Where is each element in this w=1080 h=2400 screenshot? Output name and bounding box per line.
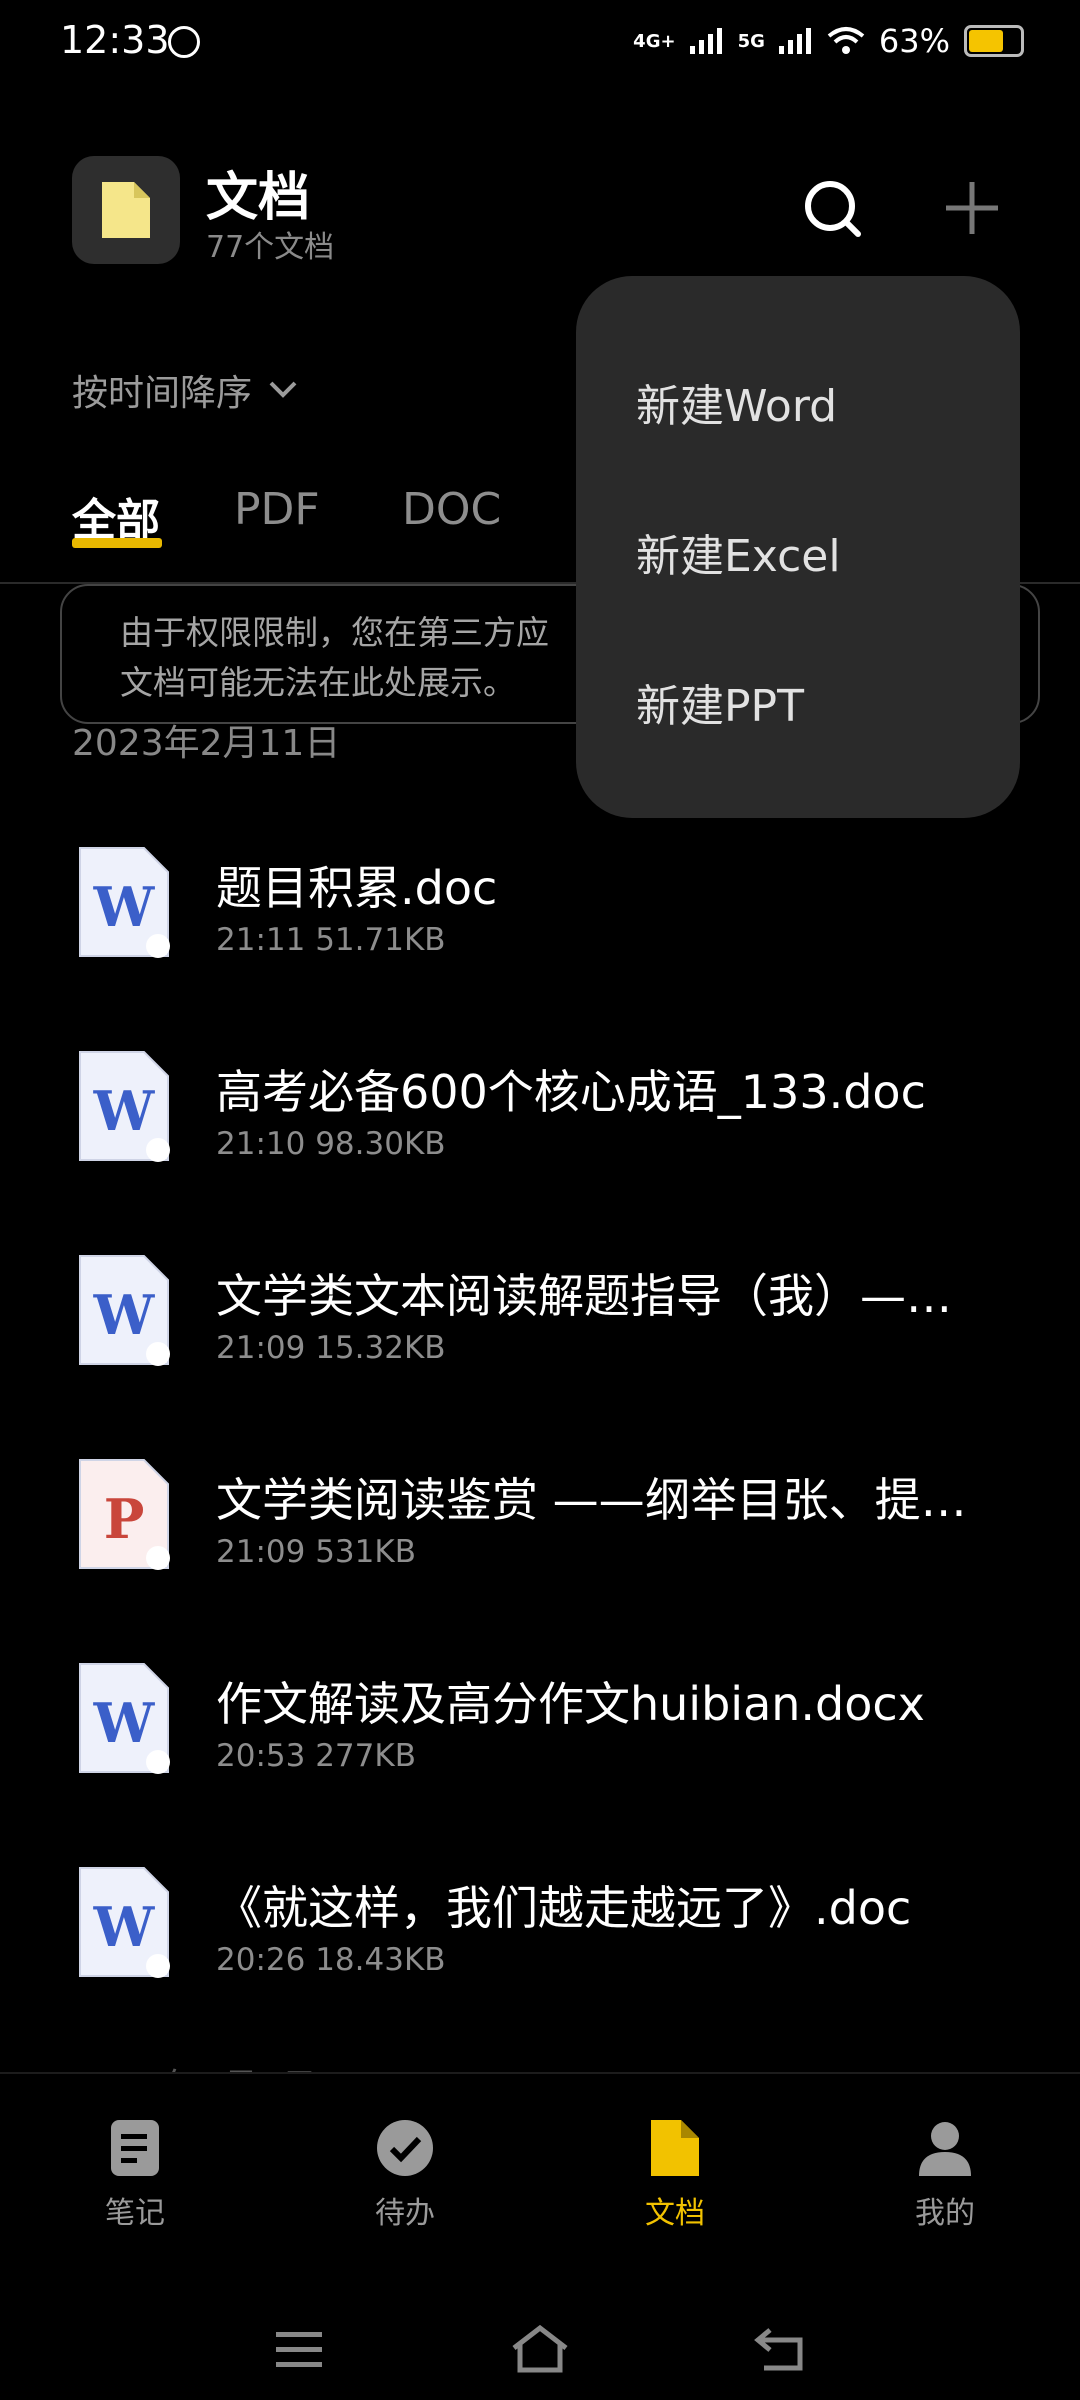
file-row[interactable]: W 《就这样，我们越走越远了》.doc 20:26 18.43KB bbox=[0, 1866, 1080, 2016]
plus-icon[interactable] bbox=[940, 176, 1004, 240]
note-icon bbox=[111, 2120, 159, 2176]
svg-text:W: W bbox=[93, 1283, 156, 1347]
menu-new-ppt[interactable]: 新建PPT bbox=[576, 670, 1020, 820]
menu-new-excel[interactable]: 新建Excel bbox=[576, 520, 1020, 670]
file-name: 作文解读及高分作文huibian.docx bbox=[216, 1677, 925, 1731]
tab-doc[interactable]: DOC bbox=[402, 484, 501, 535]
word-file-icon: W bbox=[79, 1663, 170, 1774]
back-icon[interactable] bbox=[754, 2326, 806, 2372]
file-name: 题目积累.doc bbox=[216, 861, 498, 915]
file-name: 文学类阅读鉴赏 ——纲举目张、提… bbox=[216, 1473, 967, 1527]
file-row[interactable]: W 文学类文本阅读解题指导（我）—… 21:09 15.32KB bbox=[0, 1254, 1080, 1404]
sort-label: 按时间降序 bbox=[72, 373, 253, 414]
battery-icon bbox=[964, 25, 1024, 57]
person-icon bbox=[919, 2122, 971, 2176]
word-file-icon: W bbox=[79, 1867, 170, 1978]
chevron-down-icon bbox=[269, 381, 297, 398]
svg-text:P: P bbox=[104, 1487, 145, 1551]
doc-count: 77个文档 bbox=[206, 230, 335, 265]
menu-new-word[interactable]: 新建Word bbox=[576, 370, 1020, 520]
system-navigation bbox=[0, 2300, 1080, 2400]
search-icon[interactable] bbox=[800, 176, 864, 240]
notification-icon bbox=[168, 26, 200, 58]
file-name: 《就这样，我们越走越远了》.doc bbox=[216, 1881, 912, 1935]
svg-text:W: W bbox=[93, 875, 156, 939]
sort-dropdown[interactable]: 按时间降序 bbox=[72, 364, 298, 416]
svg-text:W: W bbox=[93, 1895, 156, 1959]
nav-notes[interactable]: 笔记 bbox=[55, 2118, 215, 2232]
file-meta: 21:11 51.71KB bbox=[216, 922, 446, 958]
file-meta: 21:09 15.32KB bbox=[216, 1330, 446, 1366]
nav-todo-label: 待办 bbox=[375, 2196, 435, 2231]
network-5g-icon: 5G bbox=[737, 30, 765, 52]
file-row[interactable]: P 文学类阅读鉴赏 ——纲举目张、提… 21:09 531KB bbox=[0, 1458, 1080, 1608]
network-4g-icon: 4G+ bbox=[633, 30, 676, 52]
ppt-file-icon: P bbox=[79, 1459, 170, 1570]
word-file-icon: W bbox=[79, 1255, 170, 1366]
nav-notes-label: 笔记 bbox=[105, 2196, 165, 2231]
status-icons: 4G+ 5G 63% bbox=[633, 22, 1024, 60]
file-meta: 20:26 18.43KB bbox=[216, 1942, 446, 1978]
file-name: 文学类文本阅读解题指导（我）—… bbox=[216, 1269, 952, 1323]
app-doc-icon bbox=[72, 156, 180, 264]
date-group-header: 2023年2月11日 bbox=[72, 723, 341, 764]
new-doc-menu: 新建Word 新建Excel 新建PPT bbox=[576, 276, 1020, 818]
file-meta: 21:10 98.30KB bbox=[216, 1126, 446, 1162]
nav-mine[interactable]: 我的 bbox=[865, 2118, 1025, 2232]
svg-text:W: W bbox=[93, 1079, 156, 1143]
tab-indicator bbox=[72, 538, 162, 548]
nav-todo[interactable]: 待办 bbox=[325, 2118, 485, 2232]
doc-icon bbox=[651, 2120, 699, 2176]
status-time: 12:33 bbox=[60, 18, 170, 62]
bottom-nav: 笔记 待办 文档 我的 bbox=[0, 2074, 1080, 2264]
file-name: 高考必备600个核心成语_133.doc bbox=[216, 1065, 926, 1119]
word-file-icon: W bbox=[79, 1051, 170, 1162]
wifi-icon bbox=[827, 27, 865, 54]
page-title: 文档 bbox=[206, 168, 311, 228]
signal-icon-2 bbox=[778, 28, 811, 54]
nav-documents[interactable]: 文档 bbox=[595, 2118, 755, 2232]
file-row[interactable]: W 高考必备600个核心成语_133.doc 21:10 98.30KB bbox=[0, 1050, 1080, 1200]
nav-mine-label: 我的 bbox=[915, 2196, 975, 2231]
svg-text:W: W bbox=[93, 1691, 156, 1755]
nav-documents-label: 文档 bbox=[645, 2196, 705, 2231]
home-icon[interactable] bbox=[510, 2324, 570, 2374]
tab-pdf[interactable]: PDF bbox=[234, 484, 320, 535]
signal-icon bbox=[689, 28, 722, 54]
word-file-icon: W bbox=[79, 847, 170, 958]
file-meta: 21:09 531KB bbox=[216, 1534, 416, 1570]
file-meta: 20:53 277KB bbox=[216, 1738, 416, 1774]
battery-percent: 63% bbox=[878, 22, 950, 60]
file-row[interactable]: W 作文解读及高分作文huibian.docx 20:53 277KB bbox=[0, 1662, 1080, 1812]
check-circle-icon bbox=[377, 2120, 433, 2176]
menu-icon[interactable] bbox=[274, 2330, 324, 2370]
file-row[interactable]: W 题目积累.doc 21:11 51.71KB bbox=[0, 846, 1080, 996]
